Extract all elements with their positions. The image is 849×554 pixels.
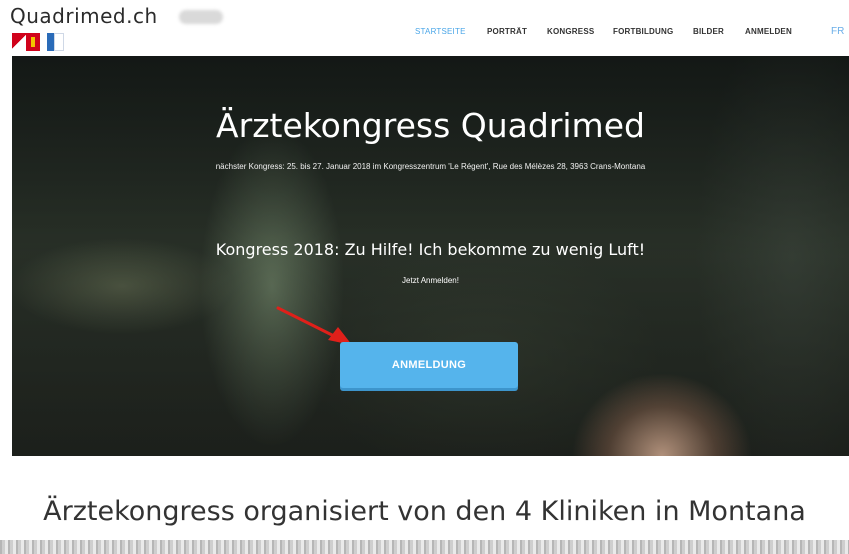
- anmeldung-button[interactable]: ANMELDUNG: [340, 342, 518, 388]
- nav-item-anmelden[interactable]: ANMELDEN: [745, 27, 792, 36]
- language-switch[interactable]: FR: [831, 26, 844, 37]
- main-nav: STARTSEITE PORTRÄT KONGRESS FORTBILDUNG …: [0, 0, 849, 56]
- nav-item-bilder[interactable]: BILDER: [693, 27, 724, 36]
- nav-item-portraet[interactable]: PORTRÄT: [487, 27, 527, 36]
- site-header: Quadrimed.ch STARTSEITE PORTRÄT KONGRESS…: [0, 0, 849, 56]
- page-frame: Quadrimed.ch STARTSEITE PORTRÄT KONGRESS…: [0, 0, 849, 554]
- hero-section: Ärztekongress Quadrimed nächster Kongres…: [12, 56, 849, 456]
- nav-item-kongress[interactable]: KONGRESS: [547, 27, 594, 36]
- hero-small-text: Jetzt Anmelden!: [402, 276, 459, 285]
- hero-title: Ärztekongress Quadrimed: [216, 106, 645, 145]
- section-title: Ärztekongress organisiert von den 4 Klin…: [43, 496, 806, 527]
- nav-item-fortbildung[interactable]: FORTBILDUNG: [613, 27, 673, 36]
- torn-edge-decoration: [0, 540, 849, 554]
- nav-item-startseite[interactable]: STARTSEITE: [415, 27, 466, 36]
- hero-subtitle: nächster Kongress: 25. bis 27. Januar 20…: [215, 162, 646, 171]
- hero-heading: Kongress 2018: Zu Hilfe! Ich bekomme zu …: [215, 240, 646, 259]
